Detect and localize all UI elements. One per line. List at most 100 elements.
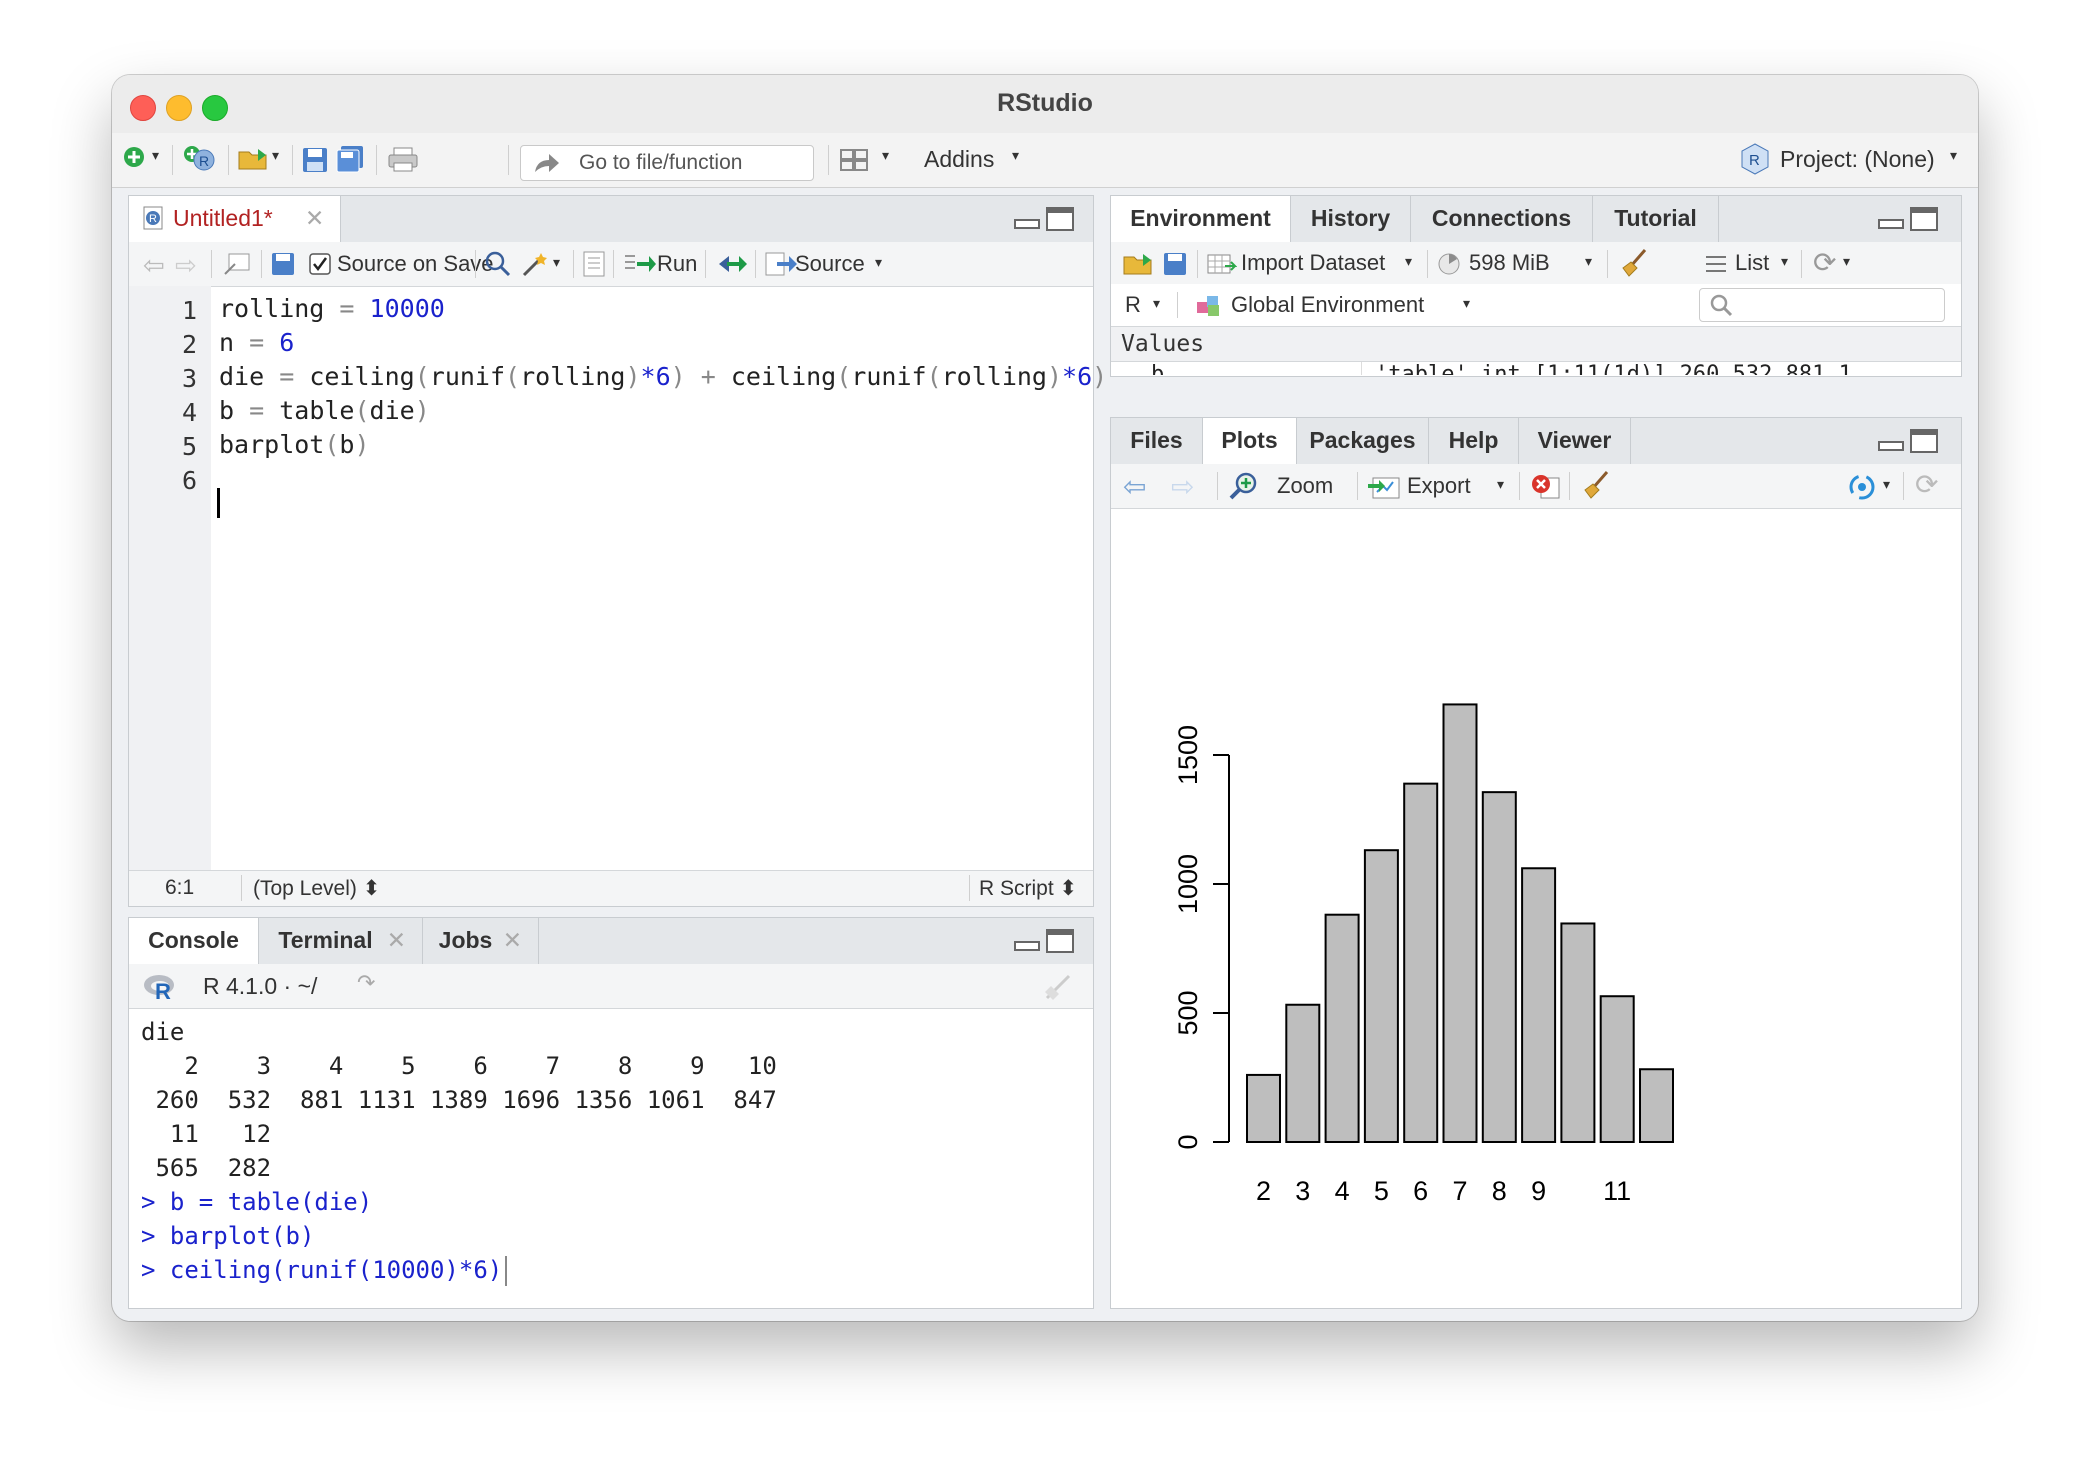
save-all-icon[interactable] [336, 145, 366, 173]
code-line[interactable]: die = ceiling(runif(rolling)*6) + ceilin… [219, 362, 1107, 391]
x-tick-label: 6 [1413, 1176, 1428, 1206]
save-source-icon[interactable] [271, 252, 295, 276]
tab-jobs-label: Jobs [438, 927, 493, 953]
view-mode-selector[interactable]: List [1735, 250, 1769, 276]
window-title: RStudio [997, 89, 1093, 117]
run-icon[interactable] [623, 252, 657, 276]
y-tick-label: 500 [1173, 990, 1203, 1035]
addins-menu[interactable]: Addins [924, 146, 994, 173]
import-dataset-icon[interactable] [1207, 252, 1237, 276]
project-icon[interactable]: R [1740, 143, 1770, 175]
pane-layout-dropdown-icon[interactable]: ▾ [882, 147, 889, 164]
bar-12 [1639, 1068, 1674, 1144]
pane-layout-icon[interactable] [840, 149, 868, 171]
language-dropdown-icon[interactable]: ▾ [1153, 295, 1160, 312]
tab-jobs[interactable]: Jobs ✕ [423, 918, 539, 964]
r-version-label: R 4.1.0 · ~/ [203, 973, 318, 999]
minimize-pane-icon[interactable] [1013, 932, 1041, 952]
line-number: 6 [181, 466, 197, 495]
code-tools-icon[interactable] [521, 250, 551, 278]
open-file-icon[interactable] [238, 147, 272, 171]
rerun-icon[interactable] [715, 252, 749, 276]
save-icon[interactable] [302, 147, 328, 173]
forward-icon[interactable]: ⇨ [175, 250, 197, 281]
goto-file-function-input[interactable]: Go to file/function [520, 145, 814, 181]
tab-terminal[interactable]: Terminal ✕ [259, 918, 423, 964]
memory-usage-icon[interactable] [1437, 252, 1461, 276]
code-line[interactable]: n = 6 [219, 328, 294, 357]
maximize-pane-icon[interactable] [1045, 928, 1075, 954]
minimize-pane-icon[interactable] [1013, 210, 1041, 230]
scope-dropdown-icon[interactable]: ▾ [1463, 295, 1470, 312]
print-icon[interactable] [388, 147, 418, 173]
view-mode-dropdown-icon[interactable]: ▾ [1781, 253, 1788, 270]
bar-11 [1599, 995, 1635, 1143]
tab-tutorial[interactable]: Tutorial [1593, 196, 1719, 242]
code-tools-dropdown-icon[interactable]: ▾ [553, 254, 560, 271]
clear-console-icon[interactable] [1043, 972, 1073, 1000]
environment-scope-selector[interactable]: Global Environment [1231, 292, 1424, 318]
code-line[interactable]: b = table(die) [219, 396, 430, 425]
source-script-icon[interactable] [765, 252, 799, 276]
memory-dropdown-icon[interactable]: ▾ [1585, 253, 1592, 270]
close-jobs-icon[interactable]: ✕ [503, 927, 522, 954]
code-token: *6 [640, 362, 671, 391]
new-project-icon[interactable]: R [182, 143, 216, 173]
open-recent-dropdown-icon[interactable]: ▾ [272, 147, 279, 164]
minimize-pane-icon[interactable] [1877, 210, 1905, 230]
project-menu[interactable]: Project: (None) [1780, 146, 1935, 173]
code-token: ( [836, 362, 852, 391]
code-line[interactable]: barplot(b) [219, 430, 370, 459]
source-button[interactable]: Source [795, 251, 865, 277]
environment-search-input[interactable] [1699, 288, 1945, 322]
scope-selector[interactable]: (Top Level) ⬍ [253, 876, 380, 901]
tab-environment[interactable]: Environment [1111, 196, 1291, 242]
refresh-environment-icon[interactable]: ⟳ [1813, 246, 1836, 279]
find-replace-icon[interactable] [485, 251, 511, 277]
source-on-save-checkbox[interactable] [309, 253, 331, 275]
bar-3 [1285, 1003, 1321, 1144]
line-number: 5 [181, 432, 197, 461]
import-dataset-button[interactable]: Import Dataset [1241, 250, 1385, 276]
tab-untitled1[interactable]: R Untitled1* ✕ [129, 196, 341, 242]
maximize-pane-icon[interactable] [1909, 206, 1939, 232]
close-terminal-icon[interactable]: ✕ [387, 927, 406, 954]
import-dataset-dropdown-icon[interactable]: ▾ [1405, 253, 1412, 270]
refresh-dropdown-icon[interactable]: ▾ [1843, 253, 1850, 270]
run-button[interactable]: Run [657, 251, 697, 277]
tab-untitled1-label: Untitled1* [173, 205, 273, 231]
go-to-directory-icon[interactable]: ↷ [357, 970, 375, 996]
x-tick-label: 7 [1452, 1176, 1467, 1206]
language-selector[interactable]: R [1125, 292, 1141, 318]
new-file-icon[interactable] [122, 145, 148, 171]
console-tabstrip: Console Terminal ✕ Jobs ✕ [129, 918, 1093, 965]
memory-usage-label[interactable]: 598 MiB [1469, 250, 1550, 276]
compile-report-icon[interactable] [583, 251, 605, 277]
new-file-dropdown-icon[interactable]: ▾ [152, 147, 159, 164]
project-dropdown-icon[interactable]: ▾ [1950, 147, 1957, 164]
bar-7 [1442, 703, 1478, 1143]
environment-cubes-icon [1197, 296, 1219, 316]
console-line: 260 532 881 1131 1389 1696 1356 1061 847 [141, 1086, 777, 1114]
code-line[interactable]: rolling = 10000 [219, 294, 445, 323]
code-token: table [264, 396, 355, 425]
back-icon[interactable]: ⇦ [143, 250, 165, 281]
line-number: 1 [181, 296, 197, 325]
maximize-pane-icon[interactable] [1045, 206, 1075, 232]
env-variable-name: b [1151, 362, 1165, 375]
tab-connections[interactable]: Connections [1411, 196, 1593, 242]
env-variable-value: 'table' int [1:11(1d)] 260 532 881 1 [1375, 362, 1852, 375]
show-in-window-icon[interactable] [223, 252, 251, 276]
source-dropdown-icon[interactable]: ▾ [875, 254, 882, 271]
addins-dropdown-icon[interactable]: ▾ [1012, 147, 1019, 164]
load-workspace-icon[interactable] [1123, 252, 1155, 276]
tab-history[interactable]: History [1291, 196, 1411, 242]
save-workspace-icon[interactable] [1163, 252, 1187, 276]
tab-console[interactable]: Console [129, 918, 259, 964]
code-token: = [339, 294, 355, 323]
clear-workspace-broom-icon[interactable] [1619, 248, 1649, 278]
file-type-selector[interactable]: R Script ⬍ [979, 876, 1077, 901]
cursor-position: 6:1 [165, 876, 195, 899]
close-tab-icon[interactable]: ✕ [305, 205, 324, 232]
environment-row[interactable]: b 'table' int [1:11(1d)] 260 532 881 1 [1111, 362, 1961, 375]
